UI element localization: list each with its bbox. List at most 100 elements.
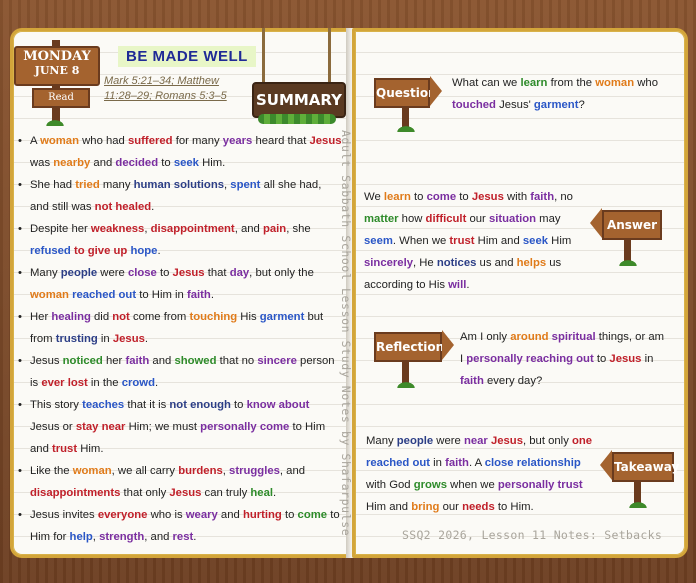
reflection-label: Reflection: [374, 332, 444, 362]
highlight-word: sincerely: [364, 257, 413, 269]
text-segment: , no: [554, 191, 573, 203]
highlight-word: will: [448, 279, 467, 291]
highlight-word: touched: [452, 99, 496, 111]
highlight-word: personally come: [200, 421, 290, 433]
highlight-word: seek: [522, 235, 549, 247]
text-segment: in: [641, 353, 654, 365]
answer-text: We learn to come to Jesus with faith, no…: [364, 186, 586, 296]
highlight-word: tried: [75, 179, 100, 191]
grass-icon: [391, 378, 421, 388]
summary-point: Many people were close to Jesus that day…: [16, 262, 342, 306]
highlight-word: faith: [460, 375, 484, 387]
highlight-word: to give up: [73, 245, 128, 257]
highlight-word: faith: [186, 289, 211, 301]
text-segment: her: [102, 355, 126, 367]
arrow-right-icon: [442, 330, 454, 360]
highlight-word: Jesus: [172, 267, 205, 279]
text-segment: can truly: [201, 487, 251, 499]
text-segment: and: [217, 509, 243, 521]
text-segment: , and: [144, 531, 173, 543]
highlight-word: Jesus: [471, 191, 504, 203]
lesson-footer: SSQ2 2026, Lesson 11 Notes: Setbacks: [402, 528, 663, 542]
text-segment: .: [154, 377, 159, 389]
summary-point: A woman who had suffered for many years …: [16, 130, 342, 174]
text-segment: for many: [172, 135, 223, 147]
answer-sign: Answer: [590, 208, 662, 268]
text-segment: heard that: [252, 135, 310, 147]
highlight-word: strength: [99, 531, 145, 543]
highlight-word: Jesus: [490, 435, 523, 447]
highlight-word: garment: [533, 99, 579, 111]
summary-label: SUMMARY: [252, 82, 346, 118]
text-segment: to: [230, 399, 247, 411]
summary-point: Jesus noticed her faith and showed that …: [16, 350, 342, 394]
text-segment: come from: [129, 311, 190, 323]
text-segment: , but only the: [249, 267, 314, 279]
highlight-word: human solutions: [133, 179, 225, 191]
highlight-word: seek: [173, 157, 199, 169]
highlight-word: touching: [189, 311, 238, 323]
read-board: Read: [32, 88, 90, 108]
text-segment: Jesus: [30, 355, 63, 367]
highlight-word: suffered: [127, 135, 173, 147]
rope-left: [262, 28, 265, 82]
highlight-word: trusting: [55, 333, 98, 345]
text-segment: Him; we must: [125, 421, 201, 433]
text-segment: .: [193, 531, 197, 543]
text-segment: This story: [30, 399, 83, 411]
scripture-references[interactable]: Mark 5:21–34; Matthew 11:28–29; Romans 5…: [104, 74, 254, 104]
arrow-left-icon: [590, 208, 602, 238]
text-segment: that: [204, 267, 230, 279]
highlight-word: grows: [413, 479, 448, 491]
highlight-word: disappointments: [30, 487, 121, 499]
text-segment: Jesus': [495, 99, 534, 111]
text-segment: .: [466, 279, 470, 291]
text-segment: , and: [279, 465, 306, 477]
highlight-word: not healed: [94, 201, 152, 213]
text-segment: to: [281, 509, 298, 521]
summary-point: She had tried many human solutions, spen…: [16, 174, 342, 218]
rope-right: [328, 28, 331, 82]
text-segment: .: [273, 487, 277, 499]
text-segment: . A: [468, 457, 485, 469]
text-segment: Her: [30, 311, 52, 323]
highlight-word: Jesus: [169, 487, 202, 499]
text-segment: our: [466, 213, 489, 225]
day-label: MONDAY: [23, 49, 91, 64]
highlight-word: heal: [250, 487, 274, 499]
highlight-word: rest: [172, 531, 194, 543]
text-segment: Him and: [474, 235, 523, 247]
highlight-word: near: [463, 435, 488, 447]
highlight-word: disappointment: [150, 223, 235, 235]
text-segment: that only: [120, 487, 170, 499]
highlight-word: showed: [174, 355, 217, 367]
text-segment: .: [151, 201, 155, 213]
date-label: JUNE 8: [34, 64, 80, 77]
highlight-word: not: [112, 311, 130, 323]
highlight-word: bring: [411, 501, 440, 513]
highlight-word: matter: [364, 213, 399, 225]
highlight-word: years: [222, 135, 253, 147]
text-segment: were: [97, 267, 128, 279]
grass-icon: [40, 116, 70, 126]
text-segment: to Him.: [494, 501, 534, 513]
summary-point: Like the woman, we all carry burdens, st…: [16, 460, 342, 504]
reflection-text: Am I only around spiritual things, or am…: [460, 326, 666, 392]
summary-point: This story teaches that it is not enough…: [16, 394, 342, 460]
highlight-word: one: [571, 435, 593, 447]
highlight-word: woman: [595, 77, 635, 89]
highlight-word: nearby: [53, 157, 91, 169]
highlight-word: faith: [445, 457, 469, 469]
text-segment: What can we: [452, 77, 521, 89]
highlight-word: faith: [530, 191, 555, 203]
reflection-sign: Reflection: [374, 330, 464, 390]
text-segment: Like the: [30, 465, 73, 477]
text-segment: . When we: [392, 235, 450, 247]
highlight-word: stay near: [75, 421, 126, 433]
highlight-word: difficult: [425, 213, 467, 225]
question-label: Question: [374, 78, 437, 108]
text-segment: who had: [78, 135, 128, 147]
question-sign: Question: [374, 76, 464, 132]
highlight-word: close relationship: [484, 457, 581, 469]
text-segment: with God: [366, 479, 414, 491]
